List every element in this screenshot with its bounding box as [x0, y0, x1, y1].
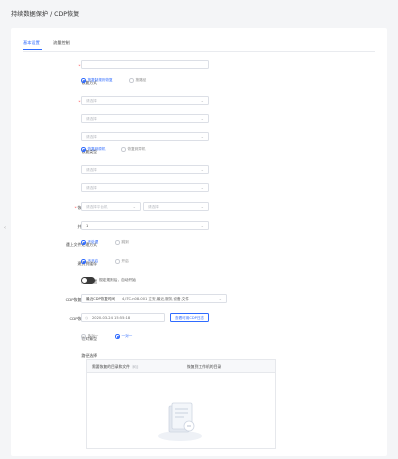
chevron-down-icon: ⌄: [132, 204, 136, 209]
agent-select[interactable]: 请选择 ⌄: [81, 165, 209, 174]
add-link[interactable]: 添加: [132, 365, 138, 369]
page-title: 持续数据保护 / CDP恢复: [11, 11, 80, 18]
concurrency-select[interactable]: 1 ⌄: [81, 221, 209, 230]
radio-cache-on[interactable]: 开启: [115, 259, 129, 264]
radio-no-process[interactable]: 不处理: [81, 240, 98, 245]
row-data-source: 数据地址 请选择⌄: [11, 132, 387, 142]
row-target-host: 业务机 请选择⌄: [11, 183, 387, 193]
tabs-divider: [23, 51, 375, 52]
path-table: 需要恢复的目录和文件 添加 恢复到工作机的目录: [86, 359, 276, 449]
radio-skip[interactable]: 跳到: [115, 240, 129, 245]
cdp-time-picker[interactable]: ◷ 2020-03-24 15:55:18: [81, 313, 165, 322]
row-rebuild-cache: 建到到缓存 不开启 开启: [11, 258, 387, 268]
auto-start-text: 规定规则后，自动开始: [99, 278, 136, 282]
restore-target-platform-select[interactable]: 请选择平台机 ⌄: [81, 202, 141, 211]
radio-one-to-one[interactable]: 一对一: [115, 334, 132, 339]
radio-many-to-one[interactable]: 多对一: [81, 334, 98, 339]
calendar-icon: ◷: [85, 316, 89, 320]
radio-by-rule[interactable]: 按复制规则恢复: [81, 78, 113, 83]
tab-traffic-control[interactable]: 流量控制: [53, 40, 70, 46]
row-agent: 代理 请选择⌄: [11, 165, 387, 175]
empty-document-icon: [158, 402, 202, 441]
task-name-input[interactable]: [81, 60, 209, 69]
view-cdp-log-button[interactable]: 查看可用CDP日志: [170, 313, 210, 322]
replication-rule-select[interactable]: 请选择 ⌄: [81, 96, 209, 105]
tab-basic-settings[interactable]: 基本设置: [23, 40, 40, 46]
row-same-file-mode: 遇上文件处理方式 不处理 跳到: [11, 239, 387, 249]
chevron-down-icon: ⌄: [200, 116, 204, 121]
row-task-name: *任务名称: [11, 60, 387, 70]
radio-original-host[interactable]: 恢复到原机: [81, 147, 105, 152]
radio-other-host[interactable]: 恢复到异机: [121, 147, 145, 152]
row-restore-mode: 恢复方式 按复制规则恢复 按路径: [11, 77, 387, 87]
chevron-down-icon: ⌄: [200, 167, 204, 172]
row-concurrency: 并行任务数 1⌄: [11, 221, 387, 231]
active-tab-indicator: [23, 49, 42, 50]
radio-cache-off[interactable]: 不开启: [81, 259, 98, 264]
target-host-select[interactable]: 请选择 ⌄: [81, 183, 209, 192]
auto-start-toggle[interactable]: [81, 277, 95, 284]
chevron-down-icon: ⌄: [200, 98, 204, 103]
chevron-down-icon: ⌄: [200, 134, 204, 139]
chevron-down-icon: ⌄: [200, 185, 204, 190]
col-target-dir: 恢复到工作机的目录: [187, 364, 222, 369]
chevron-down-icon: ⌄: [200, 204, 204, 209]
row-restore-type: 恢复类型 恢复到原机 恢复到异机: [11, 146, 387, 156]
chevron-down-icon: ⌄: [218, 296, 222, 301]
source-host-select[interactable]: 请选择 ⌄: [81, 114, 209, 123]
cdp-range-select[interactable]: 最近CDP恢复时间 4,ITC-n08-001 立安,最近,服务,设备,文件 ⌄: [81, 294, 227, 303]
row-auto-start: 启动设置 规定规则后，自动开始: [11, 276, 387, 286]
restore-target-select[interactable]: 请选择 ⌄: [143, 202, 209, 211]
row-source-host: 源主机 请选择⌄: [11, 114, 387, 124]
row-object-type: 卷对象型 多对一 一对一: [11, 333, 387, 343]
path-table-header: 需要恢复的目录和文件 添加 恢复到工作机的目录: [87, 360, 275, 373]
radio-by-path[interactable]: 按路径: [129, 78, 146, 83]
chevron-down-icon: ⌄: [200, 223, 204, 228]
row-replication-rule: *复制规则 请选择⌄: [11, 96, 387, 106]
row-cdp-time: CDP恢复时间点 ◷ 2020-03-24 15:55:18 查看可用CDP日志: [11, 313, 387, 323]
row-cdp-range: CDP恢复时间范围 最近CDP恢复时间 4,ITC-n08-001 立安,最近,…: [11, 294, 387, 304]
col-source-files: 需要恢复的目录和文件 添加: [92, 364, 139, 369]
data-source-select[interactable]: 请选择 ⌄: [81, 132, 209, 141]
form-card: 基本设置 流量控制 *任务名称 恢复方式 按复制规则恢复 按路径 *复制规则 请…: [11, 28, 387, 456]
collapse-handle-icon[interactable]: ‹: [4, 225, 8, 233]
row-restore-target: *恢复目标机 请选择平台机⌄ 请选择⌄: [11, 202, 387, 212]
